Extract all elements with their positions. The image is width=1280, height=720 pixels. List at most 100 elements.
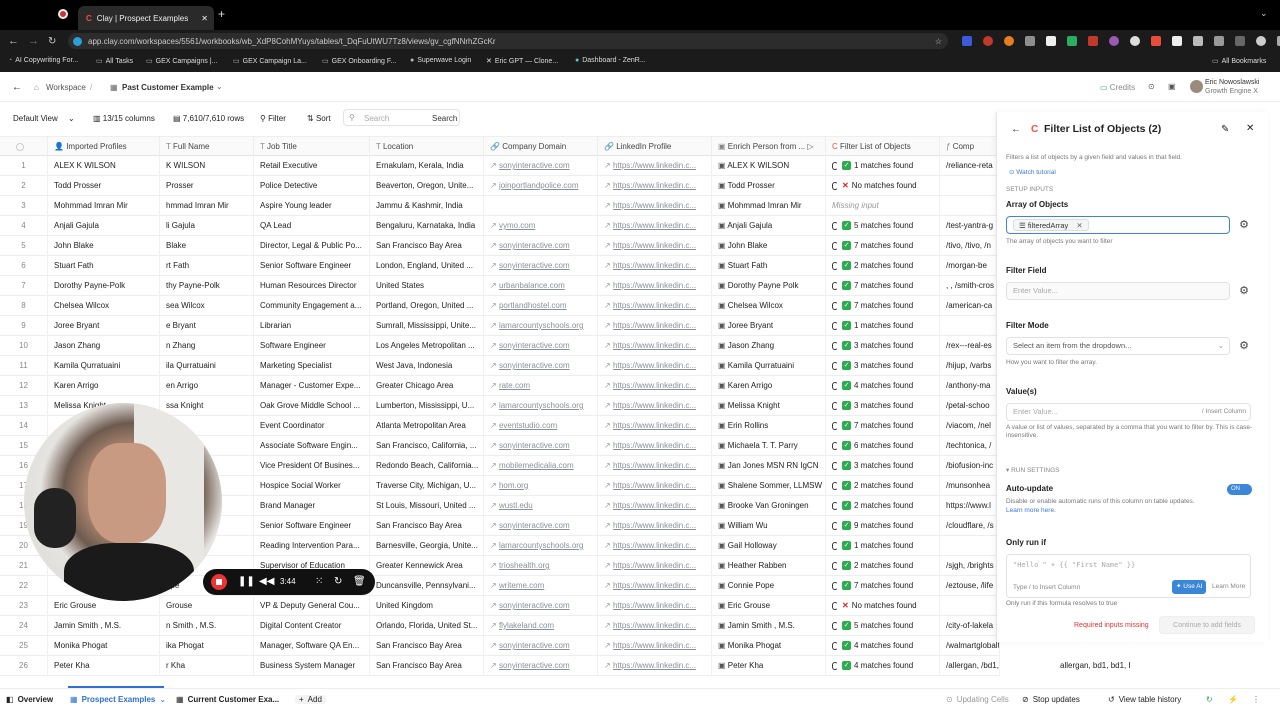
cell-filter-result[interactable]: ✓ 1 matches found — [826, 536, 940, 556]
cell-location[interactable]: Lumberton, Mississippi, U... — [370, 396, 484, 416]
cell-enrich-person[interactable]: ▣ Dorothy Payne Polk — [712, 276, 826, 296]
cell-full-name[interactable]: r Kha — [160, 656, 254, 676]
cell-location[interactable]: San Francisco Bay Area — [370, 516, 484, 536]
cell-location[interactable]: San Francisco Bay Area — [370, 236, 484, 256]
column-header-full-name[interactable]: T Full Name — [160, 137, 254, 157]
row-number[interactable]: 14 — [0, 416, 48, 436]
bookmark-item[interactable]: ● Superwave Login — [410, 57, 471, 64]
extension-icon[interactable] — [1214, 36, 1224, 46]
column-header-job-title[interactable]: T Job Title — [254, 137, 370, 157]
row-number[interactable]: 12 — [0, 376, 48, 396]
credits[interactable]: ▭ Credits — [1100, 83, 1135, 92]
cell-company-domain[interactable]: ↗ sonyinteractive.com — [484, 656, 598, 676]
bookmark-item[interactable]: ▭ GEX Campaigns |... — [146, 57, 217, 66]
cell-company-domain[interactable]: ↗ sonyinteractive.com — [484, 636, 598, 656]
extension-icon[interactable] — [1046, 36, 1056, 46]
cell-comp[interactable]: /munsonhea — [940, 476, 1000, 496]
link-text[interactable]: https://www.linkedin.c... — [613, 261, 696, 270]
extension-icon[interactable] — [1130, 36, 1140, 46]
cell-job-title[interactable]: Vice President Of Busines... — [254, 456, 370, 476]
cell-linkedin-profile[interactable]: ↗ https://www.linkedin.c... — [598, 416, 712, 436]
cell-job-title[interactable]: Police Detective — [254, 176, 370, 196]
extension-icon[interactable] — [962, 36, 972, 46]
cell-company-domain[interactable]: ↗ urbanbalance.com — [484, 276, 598, 296]
tab-search-icon[interactable]: ⌄ — [1260, 8, 1268, 19]
activity-icon[interactable]: ⚡ — [1228, 695, 1238, 704]
column-header-linkedin-profile[interactable]: 🔗 LinkedIn Profile — [598, 137, 712, 157]
cell-enrich-person[interactable]: ▣ Kamila Qurratuaini — [712, 356, 826, 376]
cell-company-domain[interactable]: ↗ sonyinteractive.com — [484, 236, 598, 256]
cell-linkedin-profile[interactable]: ↗ https://www.linkedin.c... — [598, 516, 712, 536]
rewind-icon[interactable]: ◀◀ — [259, 576, 274, 587]
filter-field-input[interactable]: Enter Value... — [1006, 282, 1230, 300]
cell-job-title[interactable]: Associate Software Engin... — [254, 436, 370, 456]
use-ai-button[interactable]: ✦ Use AI — [1172, 580, 1207, 594]
overview-tab[interactable]: ◧ Overview — [6, 695, 53, 704]
back-icon[interactable]: ← — [8, 35, 19, 47]
remove-token-icon[interactable]: ✕ — [1076, 221, 1082, 230]
cell-comp[interactable]: /eztouse, /life — [940, 576, 1000, 596]
cell-company-domain[interactable]: ↗ eventstudio.com — [484, 416, 598, 436]
cell-company-domain[interactable]: ↗ portlandhostel.com — [484, 296, 598, 316]
cell-company-domain[interactable]: ↗ sonyinteractive.com — [484, 156, 598, 176]
close-tab-icon[interactable]: ✕ — [201, 14, 208, 23]
cell-enrich-person[interactable]: ▣ Brooke Van Groningen — [712, 496, 826, 516]
cell-enrich-person[interactable]: ▣ ALEX K WILSON — [712, 156, 826, 176]
array-token[interactable]: ☰ filteredArray ✕ — [1013, 219, 1089, 231]
cell-enrich-person[interactable]: ▣ Erin Rollins — [712, 416, 826, 436]
cell-company-domain[interactable]: ↗ rate.com — [484, 376, 598, 396]
cell-imported-profiles[interactable]: Joree Bryant — [48, 316, 160, 336]
cell-imported-profiles[interactable]: Anjali Gajula — [48, 216, 160, 236]
cell-filter-result[interactable]: ✓ 3 matches found — [826, 396, 940, 416]
cell-imported-profiles[interactable]: Mohmmad Imran Mir — [48, 196, 160, 216]
cell-enrich-person[interactable]: ▣ Anjali Gajula — [712, 216, 826, 236]
cell-imported-profiles[interactable]: John Blake — [48, 236, 160, 256]
extension-icon[interactable] — [983, 36, 993, 46]
row-number[interactable]: 26 — [0, 656, 48, 676]
link-text[interactable]: https://www.linkedin.c... — [613, 641, 696, 650]
cell-job-title[interactable]: Event Coordinator — [254, 416, 370, 436]
link-text[interactable]: https://www.linkedin.c... — [613, 281, 696, 290]
cell-full-name[interactable]: rt Fath — [160, 256, 254, 276]
cell-linkedin-profile[interactable]: ↗ https://www.linkedin.c... — [598, 396, 712, 416]
row-number[interactable]: 2 — [0, 176, 48, 196]
auto-update-toggle[interactable]: ON — [1227, 484, 1252, 495]
array-input[interactable]: ☰ filteredArray ✕ — [1006, 216, 1230, 234]
delete-icon[interactable]: 🗑 — [353, 576, 366, 587]
table-row[interactable]: 7 Dorothy Payne-Polk thy Payne-Polk Human R… — [0, 276, 1000, 296]
table-row[interactable]: 4 Anjali Gajula li Gajula QA Lead Bengaluru,… — [0, 216, 1000, 236]
row-number[interactable]: 5 — [0, 236, 48, 256]
link-text[interactable]: https://www.linkedin.c... — [613, 301, 696, 310]
link-text[interactable]: trioshealth.org — [499, 561, 550, 570]
cell-linkedin-profile[interactable]: ↗ https://www.linkedin.c... — [598, 276, 712, 296]
cell-company-domain[interactable]: ↗ lamarcountyschools.org — [484, 316, 598, 336]
link-text[interactable]: sonyinteractive.com — [499, 661, 570, 670]
cell-linkedin-profile[interactable]: ↗ https://www.linkedin.c... — [598, 616, 712, 636]
cell-job-title[interactable]: QA Lead — [254, 216, 370, 236]
table-row[interactable]: 3 Mohmmad Imran Mir hmmad Imran Mir Aspire … — [0, 196, 1000, 216]
watch-tutorial-link[interactable]: ⊙ Watch tutorial — [1009, 168, 1056, 176]
cell-job-title[interactable]: Oak Grove Middle School ... — [254, 396, 370, 416]
cell-comp[interactable] — [940, 196, 1000, 216]
table-row[interactable]: 10 Jason Zhang n Zhang Software Engineer Los… — [0, 336, 1000, 356]
notifications-icon[interactable]: ▣ — [1168, 82, 1176, 91]
link-text[interactable]: rate.com — [499, 381, 530, 390]
cell-filter-result[interactable]: ✓ 3 matches found — [826, 336, 940, 356]
link-text[interactable]: https://www.linkedin.c... — [613, 381, 696, 390]
cell-location[interactable]: Barnesville, Georgia, Unite... — [370, 536, 484, 556]
reload-icon[interactable]: ↻ — [48, 36, 56, 47]
link-text[interactable]: mobilemedicalia.com — [499, 461, 574, 470]
cell-job-title[interactable]: Retail Executive — [254, 156, 370, 176]
cell-company-domain[interactable]: ↗ sonyinteractive.com — [484, 256, 598, 276]
cell-full-name[interactable]: en Arrigo — [160, 376, 254, 396]
cell-job-title[interactable]: Manager, Software QA En... — [254, 636, 370, 656]
link-text[interactable]: sonyinteractive.com — [499, 161, 570, 170]
column-header-comp[interactable]: ƒ Comp — [940, 137, 1000, 157]
cell-location[interactable]: Jammu & Kashmir, India — [370, 196, 484, 216]
bookmark-item[interactable]: ▭ GEX Onboarding F... — [322, 57, 396, 66]
cell-filter-result[interactable]: ✕ No matches found — [826, 176, 940, 196]
cell-comp[interactable] — [940, 176, 1000, 196]
cell-company-domain[interactable] — [484, 196, 598, 216]
cell-linkedin-profile[interactable]: ↗ https://www.linkedin.c... — [598, 656, 712, 676]
link-text[interactable]: flylakeland.com — [499, 621, 554, 630]
